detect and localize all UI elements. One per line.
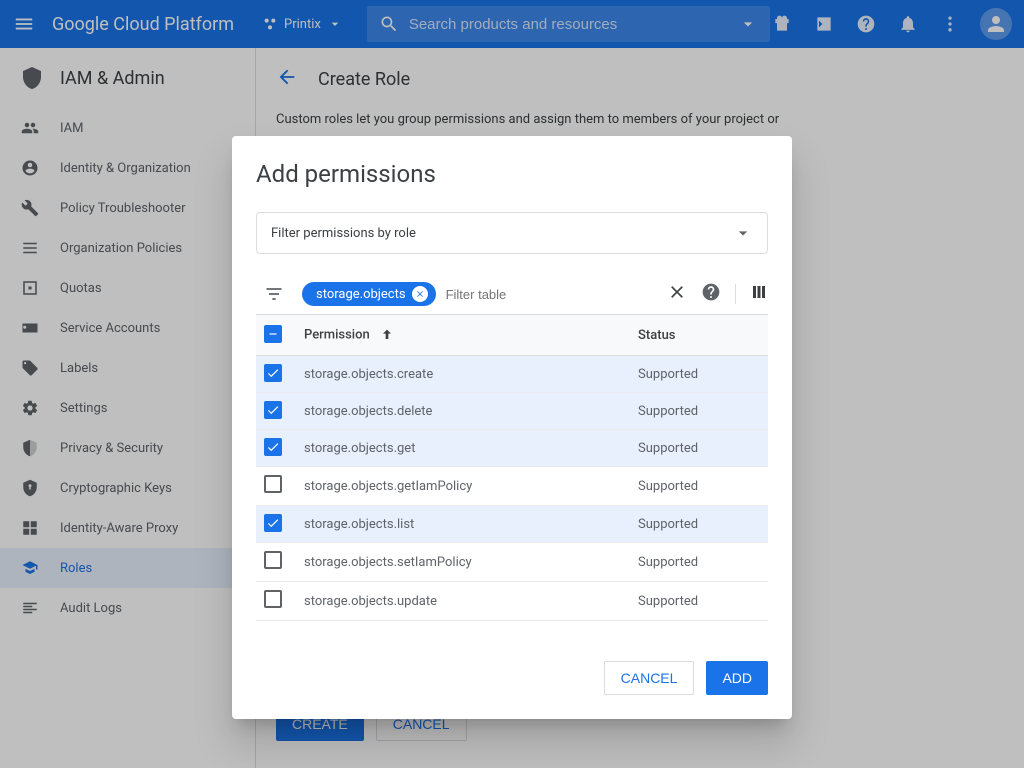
permission-status: Supported [630,543,768,582]
permission-status: Supported [630,356,768,393]
sort-asc-icon [379,327,395,343]
row-checkbox[interactable] [264,551,282,569]
permission-name: storage.objects.update [296,582,630,621]
divider [735,284,736,304]
column-permission[interactable]: Permission [304,327,370,342]
permission-status: Supported [630,430,768,467]
table-row: storage.objects.getIamPolicySupported [256,467,768,506]
permission-name: storage.objects.setIamPolicy [296,543,630,582]
add-permissions-dialog: Add permissions Filter permissions by ro… [232,136,792,719]
row-checkbox[interactable] [264,364,282,382]
filter-icon[interactable] [262,282,286,306]
permission-status: Supported [630,393,768,430]
permission-status: Supported [630,582,768,621]
permissions-table: Permission Status storage.objects.create… [256,315,768,621]
row-checkbox[interactable] [264,401,282,419]
row-checkbox[interactable] [264,475,282,493]
permission-name: storage.objects.getIamPolicy [296,467,630,506]
table-row: storage.objects.setIamPolicySupported [256,543,768,582]
modal-overlay: Add permissions Filter permissions by ro… [0,0,1024,768]
filter-chip: storage.objects [302,282,436,306]
filter-chip-label: storage.objects [316,287,406,302]
table-row: storage.objects.getSupported [256,430,768,467]
dialog-title: Add permissions [256,160,768,188]
row-checkbox[interactable] [264,590,282,608]
filter-by-role-select[interactable]: Filter permissions by role [256,212,768,254]
filter-by-role-placeholder: Filter permissions by role [271,226,416,241]
dialog-cancel-button[interactable]: CANCEL [604,661,695,695]
table-row: storage.objects.updateSupported [256,582,768,621]
row-checkbox[interactable] [264,514,282,532]
permission-name: storage.objects.create [296,356,630,393]
permission-name: storage.objects.get [296,430,630,467]
permission-status: Supported [630,467,768,506]
permission-name: storage.objects.delete [296,393,630,430]
table-filter-bar: storage.objects [256,274,768,315]
table-row: storage.objects.createSupported [256,356,768,393]
filter-help-icon[interactable] [701,282,721,306]
select-all-checkbox[interactable] [264,325,282,343]
table-row: storage.objects.listSupported [256,506,768,543]
permission-status: Supported [630,506,768,543]
row-checkbox[interactable] [264,438,282,456]
column-status[interactable]: Status [638,328,675,343]
permission-name: storage.objects.list [296,506,630,543]
dialog-add-button[interactable]: ADD [706,661,768,695]
clear-filter-icon[interactable] [667,282,687,306]
filter-table-input[interactable] [446,287,657,302]
filter-chip-close[interactable] [412,286,428,302]
table-row: storage.objects.deleteSupported [256,393,768,430]
columns-icon[interactable] [750,283,768,305]
dropdown-icon [733,223,753,243]
